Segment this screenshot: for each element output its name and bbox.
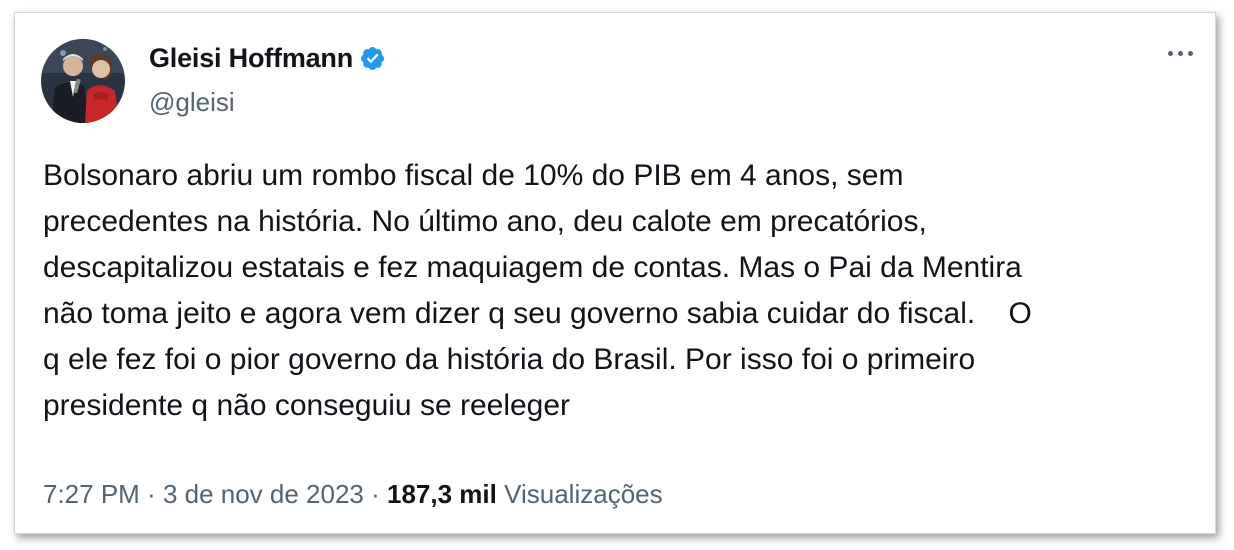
- profile-photo: [41, 39, 125, 123]
- dot: [1168, 51, 1173, 56]
- tweet-time[interactable]: 7:27 PM: [43, 479, 140, 509]
- meta-separator: ·: [363, 479, 388, 509]
- views-count: 187,3 mil: [387, 479, 497, 509]
- author-handle[interactable]: @gleisi: [149, 87, 235, 118]
- dot: [1188, 51, 1193, 56]
- tweet-text: Bolsonaro abriu um rombo fiscal de 10% d…: [43, 159, 1032, 422]
- more-options-icon[interactable]: [1168, 51, 1193, 56]
- tweet-card: Gleisi Hoffmann @gleisi Bolsonaro abriu …: [14, 12, 1216, 534]
- tweet-date[interactable]: 3 de nov de 2023: [163, 479, 364, 509]
- author-avatar[interactable]: [41, 39, 125, 123]
- dot: [1178, 51, 1183, 56]
- tweet-metadata: 7:27 PM · 3 de nov de 2023 · 187,3 mil V…: [43, 479, 663, 510]
- author-name-row: Gleisi Hoffmann: [149, 43, 386, 74]
- meta-separator: ·: [139, 479, 163, 509]
- views-label: Visualizações: [504, 479, 663, 509]
- author-display-name[interactable]: Gleisi Hoffmann: [149, 43, 353, 74]
- verified-badge-icon: [359, 45, 386, 72]
